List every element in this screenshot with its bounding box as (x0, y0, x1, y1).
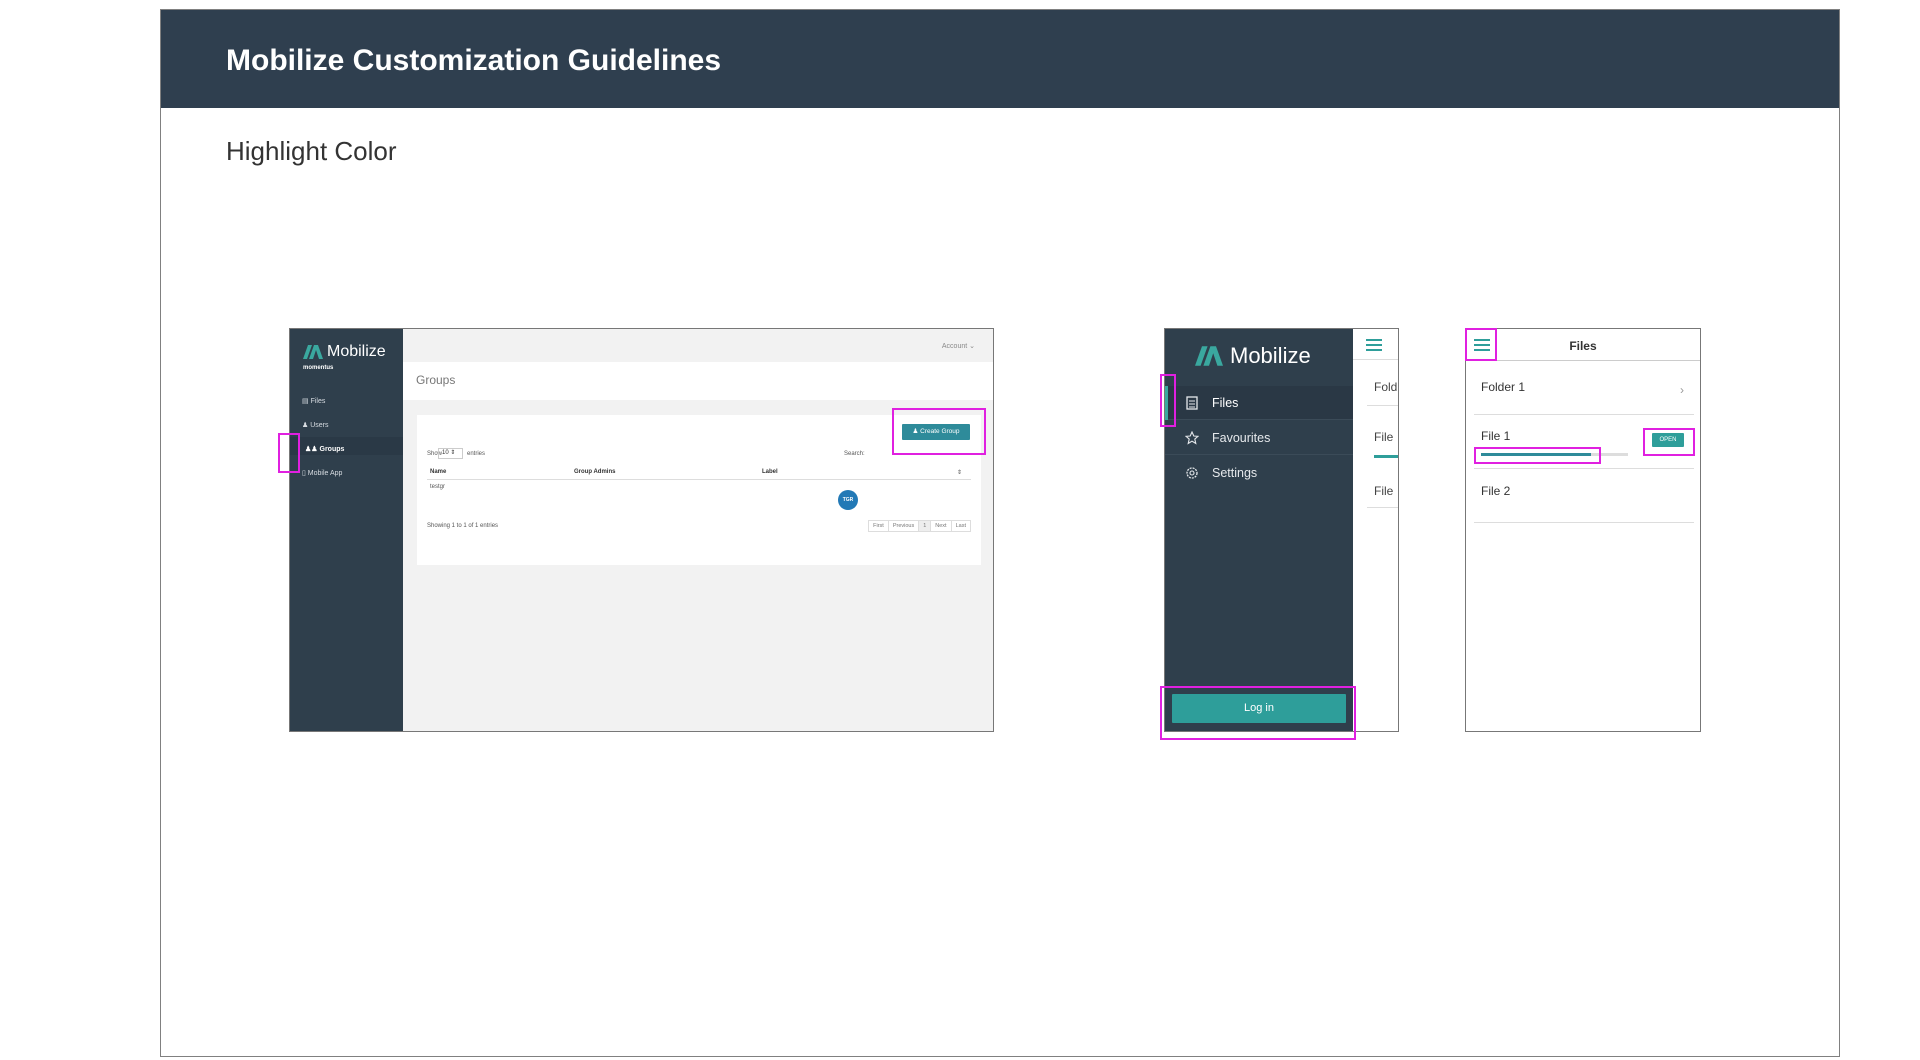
peek-progress (1374, 455, 1398, 458)
column-header-group-admins[interactable]: Group Admins (574, 469, 615, 475)
hamburger-menu-icon[interactable] (1366, 339, 1382, 351)
sidebar-item-files[interactable]: ▤ Files (302, 397, 325, 405)
files-header: Files (1466, 329, 1700, 361)
peek-header (1353, 329, 1398, 360)
account-menu[interactable]: Account ⌄ (942, 342, 975, 350)
mobile-brand-text: Mobilize (1230, 343, 1311, 368)
gear-icon (1186, 467, 1198, 479)
star-icon (1185, 431, 1199, 445)
annotation-box (1160, 374, 1176, 427)
sort-icon[interactable]: ⇕ (957, 469, 962, 476)
desktop-brand: Mobilize (303, 343, 386, 361)
slide-header: Mobilize Customization Guidelines (161, 10, 1839, 108)
sidebar-item-label: Groups (319, 446, 345, 453)
sidebar-item-label: Files (310, 398, 326, 405)
pager-previous[interactable]: Previous (887, 520, 920, 532)
menu-item-label: Favourites (1212, 431, 1271, 445)
desktop-brand-sub: momentus (303, 365, 334, 371)
mobile-sidebar: Mobilize Files Favourites Settings Log i… (1165, 329, 1353, 731)
sidebar-item-label: Users (310, 422, 329, 429)
pager-next[interactable]: Next (930, 520, 952, 532)
mobilize-logo-icon (303, 345, 323, 359)
entries-select-value: 10 (442, 450, 449, 456)
row-divider (1367, 405, 1398, 406)
desktop-topbar: Account ⌄ (403, 329, 993, 362)
desktop-brand-text: Mobilize (327, 343, 386, 360)
menu-item-files[interactable]: Files (1165, 386, 1353, 420)
file-icon (1186, 396, 1198, 410)
pager-first[interactable]: First (868, 520, 889, 532)
mobile-content-peek: Fold File File (1353, 329, 1398, 731)
pager-last[interactable]: Last (950, 520, 971, 532)
annotation-box (1465, 328, 1497, 361)
annotation-box (892, 408, 986, 455)
list-item-file-2[interactable]: File 2 (1474, 469, 1694, 523)
search-label: Search: (844, 451, 865, 457)
annotation-box (278, 433, 300, 473)
desktop-mockup: Mobilize momentus ▤ Files ♟ Users ♟♟ Gro… (289, 328, 994, 732)
menu-item-favourites[interactable]: Favourites (1165, 421, 1353, 455)
pagination: First Previous 1 Next Last (868, 520, 971, 532)
sort-icon: ⇕ (450, 450, 456, 456)
sidebar-item-label: Mobile App (307, 470, 343, 477)
sidebar-item-mobile-app[interactable]: ▯ Mobile App (302, 469, 342, 477)
row-divider (1367, 507, 1398, 508)
file-icon: ▤ (302, 398, 311, 405)
entries-label: entries (467, 451, 486, 457)
peek-row[interactable]: Fold (1374, 380, 1397, 394)
slide-subtitle: Highlight Color (226, 136, 397, 166)
chevron-right-icon: › (1680, 383, 1684, 397)
files-title: Files (1569, 339, 1597, 353)
sidebar-item-users[interactable]: ♟ Users (302, 421, 329, 429)
table-divider (427, 479, 971, 480)
group-icon: ♟♟ (305, 446, 320, 453)
peek-row[interactable]: File (1374, 430, 1393, 444)
menu-item-label: Files (1212, 396, 1239, 410)
list-item-label: Folder 1 (1481, 380, 1526, 394)
annotation-box (1474, 447, 1601, 464)
peek-row[interactable]: File (1374, 484, 1393, 498)
table-cell-name: testgr (430, 484, 446, 490)
column-header-label[interactable]: Label (762, 469, 778, 475)
table-info: Showing 1 to 1 of 1 entries (427, 523, 499, 529)
mobile-brand: Mobilize (1195, 343, 1311, 369)
entries-select[interactable]: 10 ⇕ (438, 448, 463, 459)
mobile-menu-mockup: Mobilize Files Favourites Settings Log i… (1164, 328, 1399, 732)
menu-item-label: Settings (1212, 466, 1258, 480)
mobile-files-mockup: Files Folder 1 › File 1 OPEN File 2 (1465, 328, 1701, 732)
label-badge: TGR (838, 490, 858, 510)
mobilize-logo-icon (1195, 346, 1223, 366)
annotation-box (1160, 686, 1356, 740)
annotation-box (1643, 428, 1695, 456)
slide-title: Mobilize Customization Guidelines (226, 44, 722, 77)
page-title: Groups (416, 373, 456, 387)
desktop-sidebar: Mobilize momentus ▤ Files ♟ Users ♟♟ Gro… (290, 329, 403, 731)
desktop-title-band: Groups (403, 362, 993, 400)
sidebar-item-groups[interactable]: ♟♟ Groups (305, 445, 344, 453)
list-item-label: File 1 (1481, 429, 1511, 443)
column-header-name[interactable]: Name (430, 469, 446, 475)
user-icon: ♟ (302, 422, 311, 429)
list-item-label: File 2 (1481, 484, 1511, 498)
menu-item-settings[interactable]: Settings (1165, 456, 1353, 490)
list-item-folder-1[interactable]: Folder 1 › (1474, 361, 1694, 415)
